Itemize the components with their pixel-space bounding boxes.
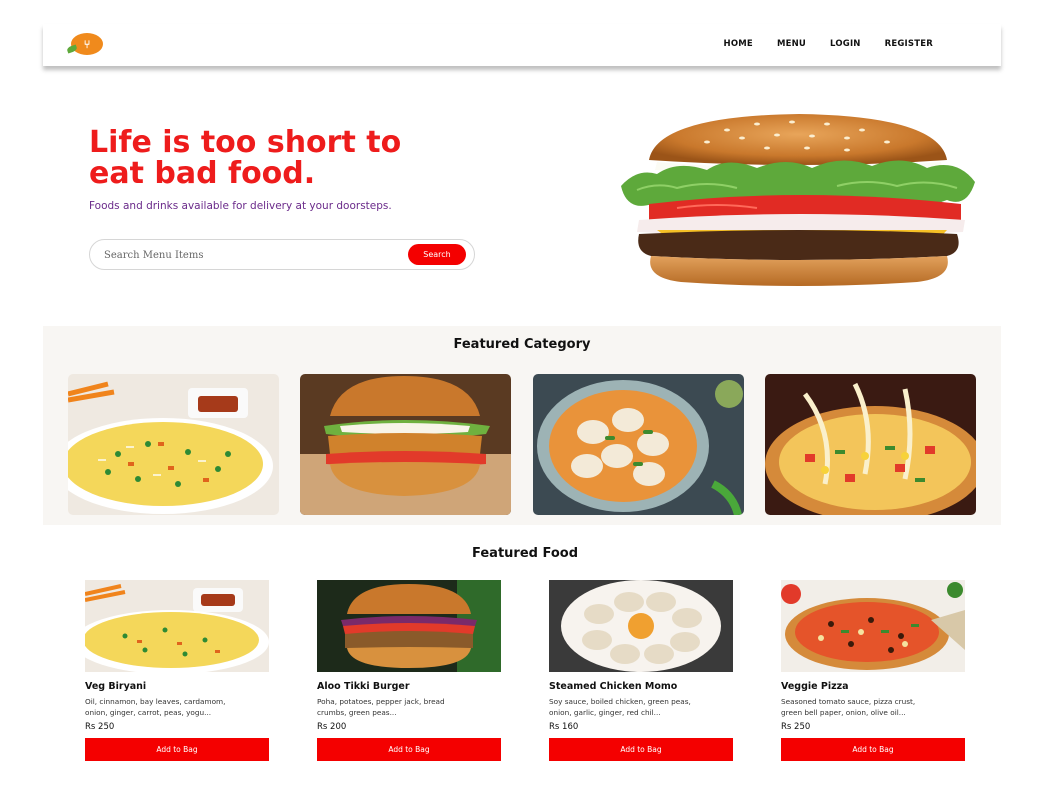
add-to-bag-button[interactable]: Add to Bag (781, 738, 965, 761)
food-name: Veg Biryani (85, 681, 147, 692)
hero-burger-image (617, 108, 981, 288)
food-description-line2: onion, garlic, ginger, red chil... (549, 708, 661, 717)
fork-icon: ⑂ (83, 37, 91, 51)
category-card-burger[interactable] (300, 374, 511, 515)
featured-food-title: Featured Food (472, 546, 578, 561)
food-price: Rs 160 (549, 722, 579, 732)
main-nav: HOME MENU LOGIN REGISTER (724, 39, 933, 49)
food-description: Oil, cinnamon, bay leaves, cardamom, oni… (85, 696, 269, 718)
featured-category-title: Featured Category (453, 337, 591, 352)
food-description-line2: crumbs, green peas... (317, 708, 397, 717)
category-card-momo[interactable] (533, 374, 744, 515)
featured-category-section: Featured Category (43, 326, 1001, 525)
food-image-aloo-tikki-burger[interactable] (317, 580, 501, 672)
leaf-icon (66, 44, 78, 54)
food-price: Rs 200 (317, 722, 347, 732)
food-name: Veggie Pizza (781, 681, 849, 692)
category-card-pizza[interactable] (765, 374, 976, 515)
hero-subtitle: Foods and drinks available for delivery … (89, 200, 392, 212)
food-description: Seasoned tomato sauce, pizza crust, gree… (781, 696, 965, 718)
food-image-steamed-chicken-momo[interactable] (549, 580, 733, 672)
food-price: Rs 250 (85, 722, 115, 732)
food-name: Steamed Chicken Momo (549, 681, 678, 692)
food-description-line1: Poha, potatoes, pepper jack, bread (317, 697, 445, 706)
food-card: Steamed Chicken Momo Soy sauce, boiled c… (549, 580, 733, 761)
fork-knife-logo-icon[interactable]: ⑂ (66, 33, 103, 55)
search-input[interactable] (104, 246, 394, 264)
add-to-bag-button[interactable]: Add to Bag (549, 738, 733, 761)
search-bar: Search (89, 239, 475, 270)
navbar: ⑂ HOME MENU LOGIN REGISTER (43, 24, 1001, 66)
food-name: Aloo Tikki Burger (317, 681, 410, 692)
nav-home-link[interactable]: HOME (724, 39, 753, 49)
food-description-line1: Soy sauce, boiled chicken, green peas, (549, 697, 691, 706)
hero-title: Life is too short to eat bad food. (89, 127, 509, 189)
nav-register-link[interactable]: REGISTER (885, 39, 933, 49)
nav-menu-link[interactable]: MENU (777, 39, 806, 49)
food-card: Veg Biryani Oil, cinnamon, bay leaves, c… (85, 580, 269, 761)
nav-login-link[interactable]: LOGIN (830, 39, 861, 49)
add-to-bag-button[interactable]: Add to Bag (85, 738, 269, 761)
category-card-biryani[interactable] (68, 374, 279, 515)
food-image-veg-biryani[interactable] (85, 580, 269, 672)
food-image-veggie-pizza[interactable] (781, 580, 965, 672)
food-description-line1: Seasoned tomato sauce, pizza crust, (781, 697, 916, 706)
add-to-bag-button[interactable]: Add to Bag (317, 738, 501, 761)
food-description: Poha, potatoes, pepper jack, bread crumb… (317, 696, 501, 718)
food-description-line2: green bell paper, onion, olive oil... (781, 708, 906, 717)
food-description-line1: Oil, cinnamon, bay leaves, cardamom, (85, 697, 226, 706)
food-description: Soy sauce, boiled chicken, green peas, o… (549, 696, 733, 718)
food-card: Aloo Tikki Burger Poha, potatoes, pepper… (317, 580, 501, 761)
food-price: Rs 250 (781, 722, 811, 732)
hero-title-line2: eat bad food. (89, 156, 316, 191)
search-button[interactable]: Search (408, 244, 466, 265)
food-description-line2: onion, ginger, carrot, peas, yogu... (85, 708, 212, 717)
food-card: Veggie Pizza Seasoned tomato sauce, pizz… (781, 580, 965, 761)
hero-title-line1: Life is too short to (89, 125, 402, 160)
